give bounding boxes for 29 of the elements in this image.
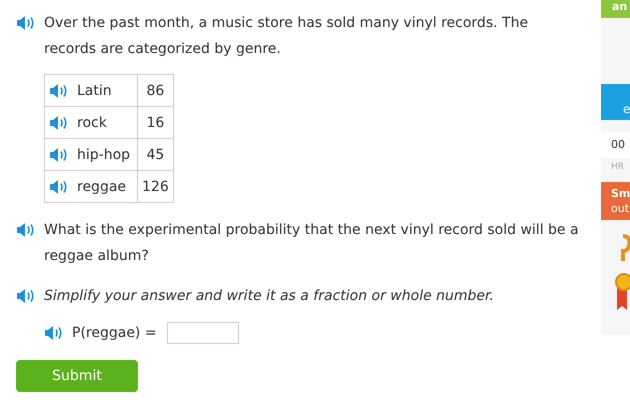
count-cell: 16 xyxy=(138,106,174,138)
speaker-icon[interactable] xyxy=(16,288,36,304)
submit-button[interactable]: Submit xyxy=(16,360,138,392)
count-cell: 45 xyxy=(138,138,174,170)
medal-icon xyxy=(613,272,630,312)
count-cell: 86 xyxy=(138,74,174,106)
speaker-icon[interactable] xyxy=(16,15,36,31)
speaker-icon[interactable] xyxy=(49,114,69,130)
answer-label: P(reggae) = xyxy=(72,325,157,341)
card-subtitle: out xyxy=(611,201,630,216)
speaker-icon[interactable] xyxy=(49,178,69,194)
genre-cell: Latin xyxy=(44,74,138,106)
genre-cell: hip-hop xyxy=(44,138,138,170)
timer-unit: HR xyxy=(610,162,624,172)
card-title: Sm xyxy=(611,186,630,201)
timer-value: 00 xyxy=(601,132,630,158)
question-text: What is the experimental probability that the next vinyl record sold will be a reggae album? xyxy=(44,221,580,266)
speaker-icon[interactable] xyxy=(16,222,36,238)
card-text: e xyxy=(623,102,630,116)
answer-field[interactable] xyxy=(166,322,239,344)
genre-cell: reggae xyxy=(44,170,138,202)
count-cell: 126 xyxy=(138,170,174,202)
instruction-text: Simplify your answer and write it as a fraction or whole number. xyxy=(44,287,494,306)
card-text: an xyxy=(612,0,628,13)
speaker-icon[interactable] xyxy=(44,325,64,341)
speaker-icon[interactable] xyxy=(49,82,69,98)
speaker-icon[interactable] xyxy=(49,146,69,162)
genre-cell: rock xyxy=(44,106,138,138)
intro-text: Over the past month, a music store has sold many vinyl records. The records are categorized by genre. xyxy=(44,14,530,59)
